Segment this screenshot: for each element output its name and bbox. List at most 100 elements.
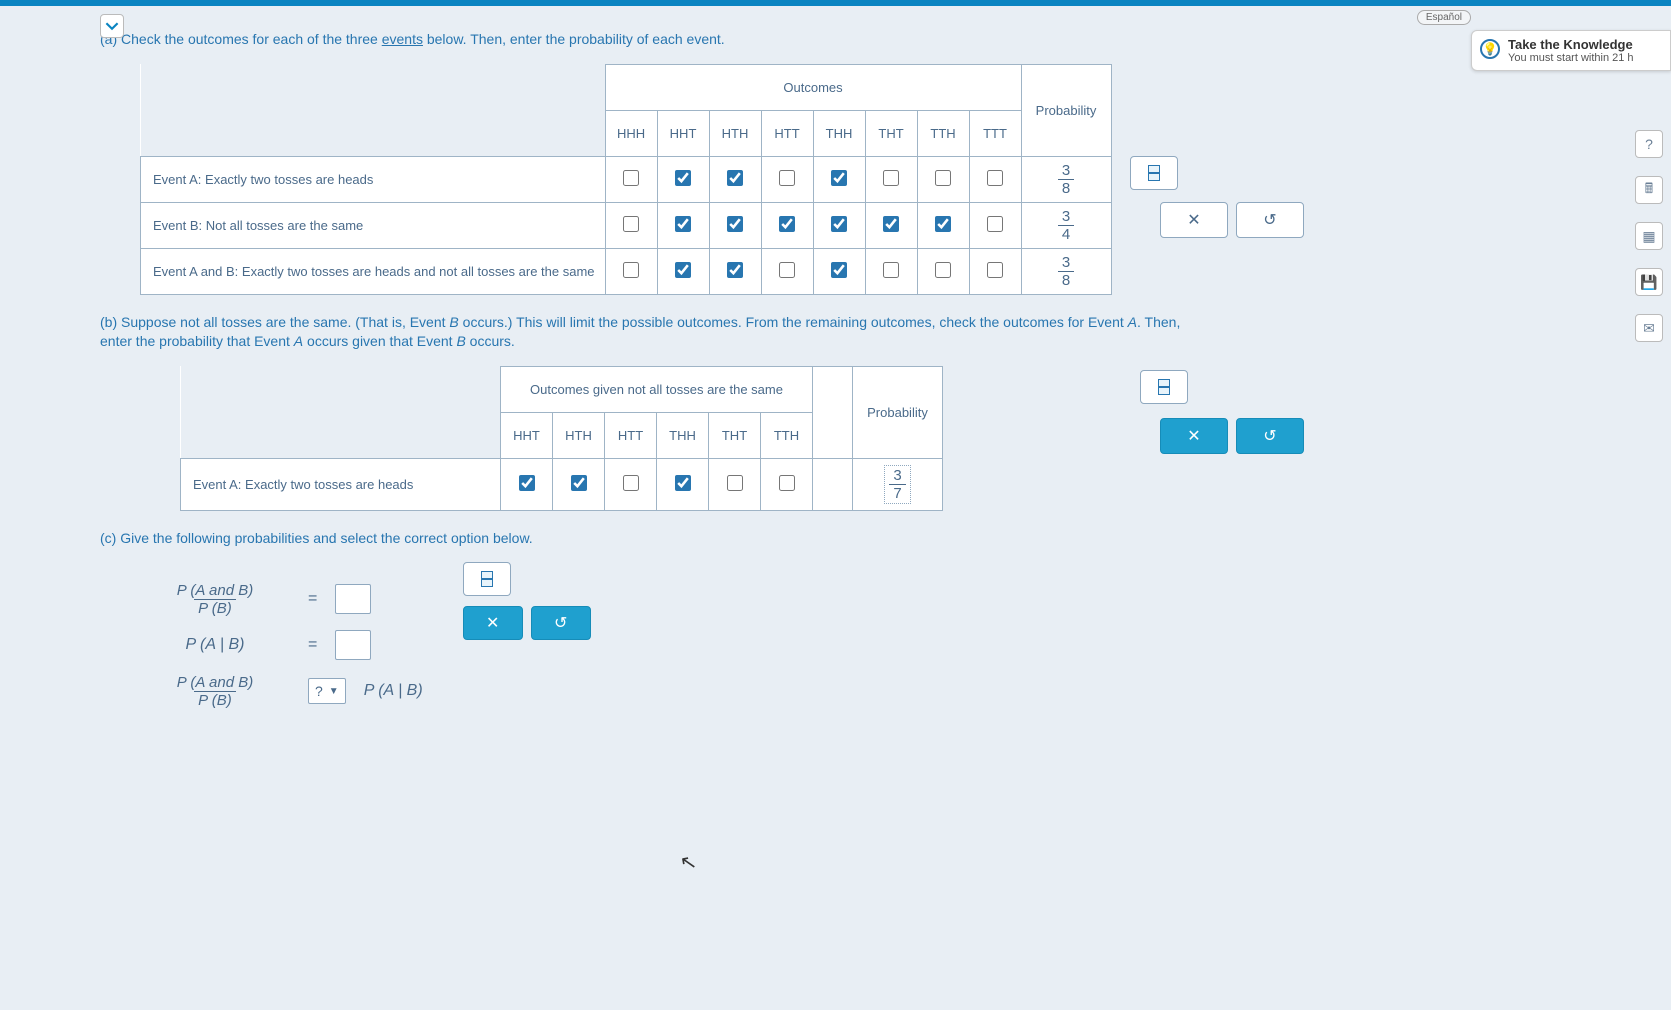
clear-button-b[interactable]: ✕ bbox=[1160, 418, 1228, 454]
event-label: Event B: Not all tosses are the same bbox=[141, 202, 606, 248]
outcome-checkbox[interactable] bbox=[831, 216, 847, 232]
fraction-tool-button-a[interactable] bbox=[1130, 156, 1178, 190]
outcome-col: HHT bbox=[501, 412, 553, 458]
outcome-checkbox[interactable] bbox=[987, 170, 1003, 186]
outcome-checkbox[interactable] bbox=[935, 170, 951, 186]
outcome-checkbox[interactable] bbox=[727, 475, 743, 491]
table-row: Event B: Not all tosses are the same 34 bbox=[141, 202, 1112, 248]
table-b: Outcomes given not all tosses are the sa… bbox=[180, 366, 943, 511]
outcome-col: TTH bbox=[917, 110, 969, 156]
eq2-answer-box[interactable] bbox=[335, 630, 371, 660]
part-b-intro: (b) Suppose not all tosses are the same.… bbox=[100, 313, 1200, 352]
outcome-checkbox[interactable] bbox=[623, 216, 639, 232]
event-label: Event A: Exactly two tosses are heads bbox=[141, 156, 606, 202]
outcome-col: THH bbox=[813, 110, 865, 156]
part-c-intro: (c) Give the following probabilities and… bbox=[100, 529, 1631, 549]
outcome-checkbox[interactable] bbox=[675, 216, 691, 232]
outcomes-header-a: Outcomes bbox=[605, 64, 1021, 110]
outcome-checkbox[interactable] bbox=[675, 170, 691, 186]
language-pill[interactable]: Español bbox=[1417, 10, 1471, 25]
outcome-checkbox[interactable] bbox=[883, 170, 899, 186]
outcome-checkbox[interactable] bbox=[675, 262, 691, 278]
part-a-intro: (a) Check the outcomes for each of the t… bbox=[100, 30, 1631, 50]
mouse-cursor-icon: ↖ bbox=[678, 849, 699, 877]
help-icon[interactable]: ? bbox=[1635, 130, 1663, 158]
outcome-checkbox[interactable] bbox=[623, 170, 639, 186]
outcome-checkbox[interactable] bbox=[675, 475, 691, 491]
reset-button-a[interactable]: ↺ bbox=[1236, 202, 1304, 238]
event-label: Event A and B: Exactly two tosses are he… bbox=[141, 248, 606, 294]
reset-button-b[interactable]: ↺ bbox=[1236, 418, 1304, 454]
outcome-checkbox[interactable] bbox=[571, 475, 587, 491]
outcome-checkbox[interactable] bbox=[883, 262, 899, 278]
lightbulb-icon: 💡 bbox=[1480, 39, 1500, 59]
tool-cluster-c: ✕ ↺ bbox=[463, 562, 591, 640]
probability-header-a: Probability bbox=[1021, 64, 1111, 156]
outcome-col: THT bbox=[865, 110, 917, 156]
eq2: P (A | B) = bbox=[140, 630, 423, 660]
outcome-checkbox[interactable] bbox=[519, 475, 535, 491]
outcome-checkbox[interactable] bbox=[727, 170, 743, 186]
outcome-col: TTH bbox=[761, 412, 813, 458]
tool-cluster-b bbox=[1140, 370, 1188, 404]
clear-button-c[interactable]: ✕ bbox=[463, 606, 523, 640]
eq1: P (A and B) P (B) = bbox=[140, 582, 423, 616]
outcome-col: HTH bbox=[709, 110, 761, 156]
clear-button-a[interactable]: ✕ bbox=[1160, 202, 1228, 238]
outcomes-header-b: Outcomes given not all tosses are the sa… bbox=[501, 366, 813, 412]
reset-button-c[interactable]: ↺ bbox=[531, 606, 591, 640]
top-accent-bar bbox=[0, 0, 1671, 6]
outcome-checkbox[interactable] bbox=[623, 262, 639, 278]
eq1-answer-box[interactable] bbox=[335, 584, 371, 614]
save-icon[interactable]: 💾 bbox=[1635, 268, 1663, 296]
outcome-checkbox[interactable] bbox=[779, 216, 795, 232]
part-c-label: (c) bbox=[100, 530, 116, 546]
outcome-col: HTT bbox=[761, 110, 813, 156]
outcome-checkbox[interactable] bbox=[883, 216, 899, 232]
probability-cell[interactable]: 38 bbox=[1021, 156, 1111, 202]
outcome-checkbox[interactable] bbox=[935, 262, 951, 278]
part-c-equations: P (A and B) P (B) = P (A | B) = P (A and… bbox=[140, 568, 423, 722]
probability-cell[interactable]: 34 bbox=[1021, 202, 1111, 248]
outcome-col: TTT bbox=[969, 110, 1021, 156]
knowledge-subtitle: You must start within 21 h bbox=[1508, 52, 1660, 64]
probability-header-b: Probability bbox=[853, 366, 943, 458]
outcome-checkbox[interactable] bbox=[727, 262, 743, 278]
outcome-col: HTH bbox=[553, 412, 605, 458]
eq3: P (A and B) P (B) ? ▼ P (A | B) bbox=[140, 674, 423, 708]
outcome-col: HHH bbox=[605, 110, 657, 156]
fraction-tool-button-b[interactable] bbox=[1140, 370, 1188, 404]
outcome-checkbox[interactable] bbox=[727, 216, 743, 232]
outcome-checkbox[interactable] bbox=[779, 475, 795, 491]
outcome-checkbox[interactable] bbox=[779, 170, 795, 186]
tool-cluster-a bbox=[1130, 156, 1178, 190]
table-a: Outcomes Probability HHHHHTHTHHTTTHHTHTT… bbox=[140, 64, 1112, 295]
right-tool-sidebar: ? 🖩 ▦ 💾 ✉ bbox=[1635, 130, 1663, 342]
probability-cell[interactable]: 38 bbox=[1021, 248, 1111, 294]
table-row: Event A: Exactly two tosses are heads 38 bbox=[141, 156, 1112, 202]
chevron-down-icon: ▼ bbox=[329, 686, 339, 697]
outcome-checkbox[interactable] bbox=[987, 216, 1003, 232]
outcome-checkbox[interactable] bbox=[779, 262, 795, 278]
outcome-col: HTT bbox=[605, 412, 657, 458]
events-link[interactable]: events bbox=[382, 31, 423, 47]
table-icon[interactable]: ▦ bbox=[1635, 222, 1663, 250]
outcome-col: HHT bbox=[657, 110, 709, 156]
outcome-checkbox[interactable] bbox=[623, 475, 639, 491]
knowledge-title: Take the Knowledge bbox=[1508, 37, 1660, 52]
relation-select[interactable]: ? ▼ bbox=[308, 678, 346, 704]
mail-icon[interactable]: ✉ bbox=[1635, 314, 1663, 342]
outcome-checkbox[interactable] bbox=[935, 216, 951, 232]
outcome-checkbox[interactable] bbox=[831, 262, 847, 278]
outcome-col: THH bbox=[657, 412, 709, 458]
calculator-icon[interactable]: 🖩 bbox=[1635, 176, 1663, 204]
outcome-checkbox[interactable] bbox=[831, 170, 847, 186]
outcome-checkbox[interactable] bbox=[987, 262, 1003, 278]
probability-cell[interactable]: 37 bbox=[853, 458, 943, 510]
part-b-label: (b) bbox=[100, 314, 117, 330]
collapse-chevron[interactable] bbox=[100, 14, 124, 38]
fraction-tool-button-c[interactable] bbox=[463, 562, 511, 596]
outcome-col: THT bbox=[709, 412, 761, 458]
table-row: Event A and B: Exactly two tosses are he… bbox=[141, 248, 1112, 294]
event-label: Event A: Exactly two tosses are heads bbox=[181, 458, 501, 510]
